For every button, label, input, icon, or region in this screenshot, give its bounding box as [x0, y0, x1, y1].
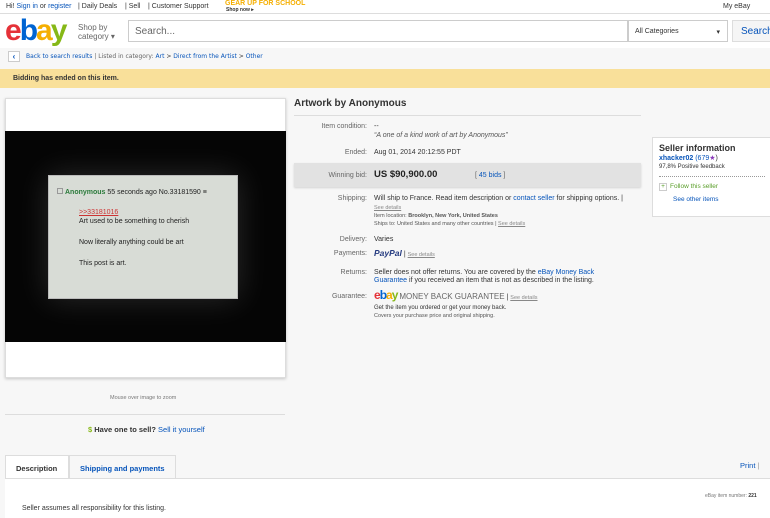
condition-value: --: [374, 123, 379, 130]
bids-count[interactable]: [ 45 bids ]: [475, 172, 505, 179]
category-select[interactable]: All Categories ▾: [628, 20, 728, 42]
payments-label: Payments:: [333, 250, 367, 257]
shipping-label: Shipping:: [337, 195, 367, 202]
item-number: eBay item number: 221: [705, 493, 757, 499]
ships-see-details-link[interactable]: See details: [498, 221, 525, 227]
description-panel: eBay item number: 221 Seller assumes all…: [5, 478, 770, 518]
dollar-icon: $: [88, 425, 93, 434]
item-title: Artwork by Anonymous: [294, 98, 407, 109]
guarantee-see-details-link[interactable]: See details: [510, 295, 537, 301]
promo-title[interactable]: GEAR UP FOR SCHOOL: [225, 0, 305, 7]
seller-info-panel: Seller information xhacker02 (679★) 97,8…: [652, 137, 770, 217]
chevron-down-icon: ▾: [716, 29, 720, 36]
positive-feedback: 97,8% Positive feedback: [659, 164, 765, 177]
back-to-results-link[interactable]: Back to search results: [26, 53, 92, 60]
delivery-value: Varies: [374, 236, 394, 243]
contact-seller-link[interactable]: contact seller: [513, 195, 554, 202]
back-arrow-icon[interactable]: ‹: [8, 51, 20, 62]
search-input[interactable]: Search...: [128, 20, 628, 42]
shipping-value: Will ship to France. Read item descripti…: [374, 195, 623, 202]
ended-label: Ended:: [344, 149, 367, 156]
seller-name-link[interactable]: xhacker02: [659, 155, 693, 162]
star-icon: ★: [709, 155, 716, 162]
sell-it-yourself-link[interactable]: Sell it yourself: [158, 425, 205, 434]
payments-value: PayPal | See details: [374, 248, 435, 258]
search-button[interactable]: Search: [732, 20, 770, 42]
winning-bid-value: US $90,900.00: [374, 169, 438, 180]
guarantee-value: ebay MONEY BACK GUARANTEE | See details: [374, 288, 538, 302]
plus-icon: +: [659, 183, 667, 191]
seller-info-title: Seller information: [659, 143, 736, 153]
winning-bid-label: Winning bid:: [328, 172, 367, 179]
ships-to: Ships to: United States and many other c…: [374, 221, 526, 227]
top-bar: Hi! Sign in or register | Daily Deals | …: [0, 0, 770, 14]
customer-support-link[interactable]: | Customer Support: [148, 3, 209, 10]
feedback-score[interactable]: (679: [695, 155, 709, 162]
item-location: Item location: Brooklyn, New York, Unite…: [374, 213, 498, 219]
zoom-hint: Mouse over image to zoom: [110, 395, 177, 401]
delivery-label: Delivery:: [339, 236, 367, 243]
ebay-logo[interactable]: ebay: [5, 16, 67, 46]
greeting: Hi! Sign in or register: [6, 3, 72, 10]
daily-deals-link[interactable]: | Daily Deals: [78, 3, 117, 10]
tab-description[interactable]: Description: [5, 455, 69, 479]
breadcrumb-art[interactable]: Art: [156, 53, 165, 60]
sign-in-link[interactable]: Sign in: [17, 3, 38, 10]
listed-in-label: | Listed in category:: [94, 53, 154, 60]
ebay-mbg-logo: ebay: [374, 288, 398, 302]
paypal-logo: PayPal: [374, 248, 402, 258]
guarantee-label: Guarantee:: [331, 293, 367, 300]
my-ebay-link[interactable]: My eBay: [723, 3, 750, 10]
sell-link[interactable]: | Sell: [125, 3, 140, 10]
ended-value: Aug 01, 2014 20:12:55 PDT: [374, 149, 461, 156]
guarantee-line-2: Covers your purchase price and original …: [374, 313, 495, 319]
see-details-link[interactable]: See details: [374, 205, 401, 211]
see-other-items-link[interactable]: See other items: [673, 196, 719, 203]
register-link[interactable]: register: [48, 3, 71, 10]
tab-shipping-payments[interactable]: Shipping and payments: [69, 455, 176, 479]
print-link[interactable]: Print |: [740, 461, 759, 470]
payments-see-details-link[interactable]: See details: [408, 252, 435, 258]
description-text: Seller assumes all responsibility for th…: [22, 505, 166, 512]
guarantee-line-1: Get the item you ordered or get your mon…: [374, 305, 507, 311]
shop-by-category[interactable]: Shop by category ▾: [78, 23, 115, 41]
promo-link[interactable]: Shop now ▸: [226, 7, 254, 13]
winning-bid-panel: Winning bid: US $90,900.00 [ 45 bids ]: [294, 163, 641, 187]
returns-label: Returns:: [340, 269, 367, 276]
item-subtitle: “A one of a kind work of art by Anonymou…: [374, 132, 508, 139]
returns-value: Seller does not offer returns. You are c…: [374, 269, 595, 284]
breadcrumb-other[interactable]: Other: [246, 53, 263, 60]
breadcrumb-direct-from-artist[interactable]: Direct from the Artist: [173, 53, 237, 60]
breadcrumb: Back to search results | Listed in categ…: [26, 53, 263, 60]
bidding-ended-banner: Bidding has ended on this item.: [0, 69, 770, 88]
sell-prompt: $ Have one to sell? Sell it yourself: [88, 425, 205, 434]
condition-label: Item condition:: [321, 123, 367, 130]
photo-screen: Anonymous 55 seconds ago No.33181590 ≡ >…: [48, 175, 238, 299]
follow-seller-link[interactable]: + Follow this seller: [659, 183, 765, 191]
